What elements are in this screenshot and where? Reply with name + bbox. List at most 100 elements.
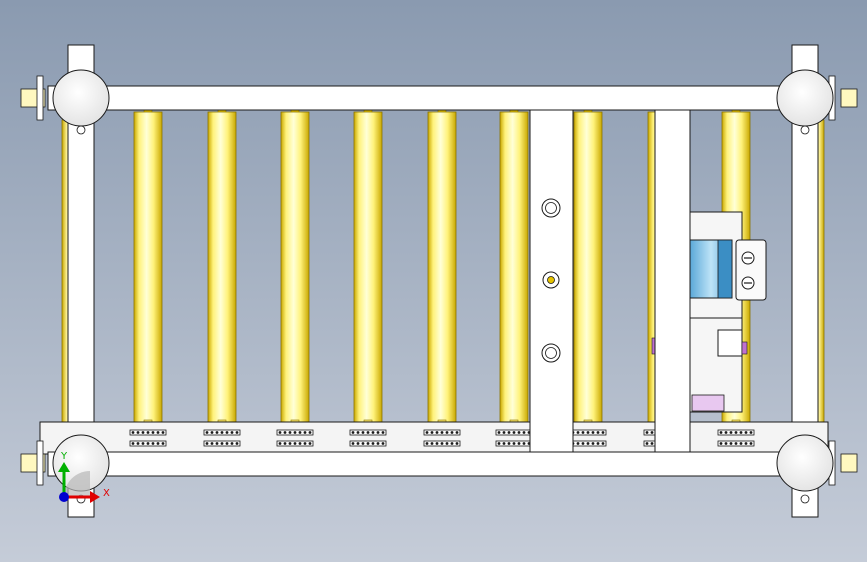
chain-link [724,431,728,434]
chain-link [146,442,150,445]
chain-link [308,431,312,434]
chain-link [440,431,444,434]
chain-link [440,442,444,445]
chain-link [131,431,135,434]
chain-link [151,431,155,434]
chain-link [215,431,219,434]
chain-link [381,431,385,434]
chain-link [151,442,155,445]
chain-link [512,431,516,434]
caster-wheel [52,69,110,127]
chain-link [601,431,605,434]
chain-link [293,442,297,445]
chain-link [351,442,355,445]
roller-3 [280,107,310,453]
chain-link [749,431,753,434]
chain-link [455,442,459,445]
chain-link [744,431,748,434]
chain-link [308,442,312,445]
chain-link [522,431,526,434]
chain-link [435,442,439,445]
roller-tube [499,111,529,425]
chain-link [235,431,239,434]
chain-link [650,431,654,434]
chain-link [425,431,429,434]
motor-accent-right [741,341,748,355]
chain-link [156,442,160,445]
chain-link [156,431,160,434]
chain-link [450,442,454,445]
graphics-viewport[interactable]: X Y [0,0,867,562]
caster-wheel [776,434,834,492]
chain-link [283,431,287,434]
chain-link [445,431,449,434]
chain-link [136,431,140,434]
chain-link [455,431,459,434]
chain-link [356,442,360,445]
roller-5 [427,107,457,453]
chain-link [215,442,219,445]
chain-link [371,431,375,434]
chain-link [425,442,429,445]
chain-link [435,431,439,434]
chain-link [507,431,511,434]
chain-link [131,442,135,445]
caster-bracket [36,75,44,121]
chain-link [210,442,214,445]
terminal-box [735,239,767,301]
brace-hole-top [541,198,561,218]
roller-2 [207,107,237,453]
chain-link [430,431,434,434]
chain-link [596,431,600,434]
triad-y-label: Y [60,451,68,462]
cross-brace-left [529,109,574,453]
chain-link [591,442,595,445]
chain-link [650,442,654,445]
chain-link [512,442,516,445]
chain-link [361,442,365,445]
roller-6 [499,107,529,453]
chain-link [719,442,723,445]
chain-link [225,442,229,445]
chain-link [298,442,302,445]
chain-link [581,442,585,445]
chain-link [734,442,738,445]
chain-link [502,442,506,445]
chain-link [278,442,282,445]
chain-link [376,431,380,434]
chain-link [586,431,590,434]
post-mount-hole [800,125,810,135]
chain-link [734,431,738,434]
chain-link [517,442,521,445]
chain-link [303,431,307,434]
chain-link [497,442,501,445]
chain-link [235,442,239,445]
chain-link [141,431,145,434]
chain-link [645,431,649,434]
caster-axle [840,453,858,473]
cross-brace-right [654,109,691,453]
chain-link [298,431,302,434]
chain-link [161,431,165,434]
chain-link [356,431,360,434]
motor-flange [717,239,733,299]
chain-link [230,442,234,445]
chain-link [522,442,526,445]
chain-link [288,442,292,445]
chain-link [220,431,224,434]
chain-link [502,431,506,434]
chain-link [303,442,307,445]
motor-mount-bracket [717,329,743,357]
bottom-sprocket-rail [39,421,829,455]
roller-4 [353,107,383,453]
chain-link [146,431,150,434]
chain-link [366,431,370,434]
chain-link [361,431,365,434]
chain-link [576,431,580,434]
chain-link [719,431,723,434]
chain-link [724,442,728,445]
triad-x-label: X [103,488,110,499]
chain-link [576,442,580,445]
cad-model-view[interactable]: X Y [0,0,867,562]
chain-link [739,431,743,434]
